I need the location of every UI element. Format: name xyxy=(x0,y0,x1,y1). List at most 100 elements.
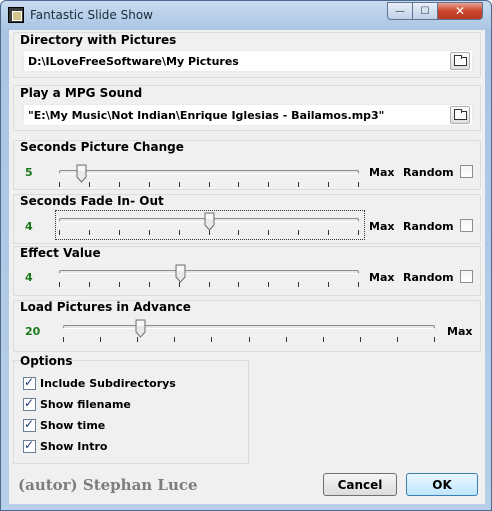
picture-change-random-checkbox[interactable] xyxy=(460,165,473,178)
fade-title: Seconds Fade In- Out xyxy=(20,194,164,208)
picture-change-slider[interactable] xyxy=(59,164,359,192)
author-credit: (autor) Stephan Luce xyxy=(18,476,198,494)
slider-thumb[interactable] xyxy=(76,164,87,183)
slider-tick xyxy=(360,337,361,342)
effect-slider[interactable] xyxy=(59,264,359,292)
slider-tick xyxy=(238,182,239,187)
sound-path-field[interactable]: "E:\My Music\Not Indian\Enrique Iglesias… xyxy=(23,104,473,126)
slider-tick xyxy=(358,282,359,287)
slider-tick xyxy=(59,230,60,235)
preload-title: Load Pictures in Advance xyxy=(20,300,191,314)
slider-tick xyxy=(59,182,60,187)
slider-tick xyxy=(397,337,398,342)
slideshow-app-icon xyxy=(8,7,24,23)
slider-tick xyxy=(434,337,435,342)
title-bar[interactable]: Fantastic Slide Show — ☐ ✕ xyxy=(1,1,491,29)
browse-sound-button[interactable] xyxy=(450,106,470,124)
slider-tick xyxy=(268,182,269,187)
include-subdirectorys-checkbox[interactable] xyxy=(23,375,36,390)
slider-tick xyxy=(328,230,329,235)
slider-ticks xyxy=(63,337,435,343)
picture-change-max-label: Max xyxy=(369,166,395,179)
slider-tick xyxy=(149,282,150,287)
show-time-label: Show time xyxy=(40,418,106,432)
slider-tick xyxy=(119,230,120,235)
show-intro-checkbox[interactable] xyxy=(23,438,36,453)
slider-tick xyxy=(149,182,150,187)
slider-tick xyxy=(209,182,210,187)
slider-tick xyxy=(328,282,329,287)
options-title: Options xyxy=(20,354,73,368)
slider-tick xyxy=(238,230,239,235)
picture-change-title: Seconds Picture Change xyxy=(20,140,184,154)
slider-tick xyxy=(89,230,90,235)
slider-tick xyxy=(59,282,60,287)
show-filename-option[interactable]: Show filename xyxy=(23,396,131,412)
show-time-option[interactable]: Show time xyxy=(23,417,105,433)
effect-max-label: Max xyxy=(369,271,395,284)
slider-tick xyxy=(286,337,287,342)
slider-tick xyxy=(174,337,175,342)
include-subdirectorys-label: Include Subdirectorys xyxy=(40,376,176,390)
slider-tick xyxy=(298,282,299,287)
show-intro-label: Show Intro xyxy=(40,439,108,453)
show-filename-label: Show filename xyxy=(40,397,131,411)
slider-tick xyxy=(179,182,180,187)
slider-tick xyxy=(268,282,269,287)
slider-tick xyxy=(249,337,250,342)
minimize-icon: — xyxy=(395,5,405,17)
maximize-button[interactable]: ☐ xyxy=(412,2,438,20)
slider-tick xyxy=(268,230,269,235)
slider-tick xyxy=(358,182,359,187)
slider-thumb[interactable] xyxy=(135,319,146,338)
directory-path-value: D:\ILoveFreeSoftware\My Pictures xyxy=(28,55,239,68)
window-title: Fantastic Slide Show xyxy=(30,8,153,22)
slider-tick xyxy=(238,282,239,287)
slider-track[interactable] xyxy=(63,325,435,329)
app-window: Fantastic Slide Show — ☐ ✕ Directory wit… xyxy=(0,0,492,511)
slider-tick xyxy=(179,230,180,235)
slider-tick xyxy=(119,182,120,187)
fade-random-label: Random xyxy=(403,220,454,233)
show-time-checkbox[interactable] xyxy=(23,417,36,432)
fade-random-checkbox[interactable] xyxy=(460,219,473,232)
slider-tick xyxy=(63,337,64,342)
slider-track[interactable] xyxy=(59,270,359,274)
preload-value: 20 xyxy=(25,325,41,338)
minimize-button[interactable]: — xyxy=(387,2,413,20)
folder-open-icon xyxy=(454,109,467,120)
slider-track[interactable] xyxy=(59,170,359,174)
effect-value: 4 xyxy=(25,271,33,284)
folder-open-icon xyxy=(454,55,467,66)
slider-ticks xyxy=(59,282,359,288)
slider-tick xyxy=(323,337,324,342)
slider-thumb[interactable] xyxy=(204,212,215,231)
close-button[interactable]: ✕ xyxy=(437,2,483,20)
slider-tick xyxy=(211,337,212,342)
effect-random-checkbox[interactable] xyxy=(460,270,473,283)
slider-tick xyxy=(298,230,299,235)
slider-tick xyxy=(89,182,90,187)
cancel-button[interactable]: Cancel xyxy=(323,473,397,496)
slider-tick xyxy=(89,282,90,287)
preload-slider[interactable] xyxy=(63,319,435,347)
ok-button[interactable]: OK xyxy=(406,473,478,496)
show-filename-checkbox[interactable] xyxy=(23,396,36,411)
effect-random-label: Random xyxy=(403,271,454,284)
fade-max-label: Max xyxy=(369,220,395,233)
slider-tick xyxy=(298,182,299,187)
show-intro-option[interactable]: Show Intro xyxy=(23,438,107,454)
maximize-icon: ☐ xyxy=(420,5,430,17)
browse-directory-button[interactable] xyxy=(450,52,470,70)
include-subdirectorys-option[interactable]: Include Subdirectorys xyxy=(23,375,176,391)
effect-title: Effect Value xyxy=(20,246,101,260)
picture-change-random-label: Random xyxy=(403,166,454,179)
picture-change-value: 5 xyxy=(25,166,33,179)
slider-thumb[interactable] xyxy=(175,264,186,283)
sound-path-value: "E:\My Music\Not Indian\Enrique Iglesias… xyxy=(28,109,385,122)
sound-group-title: Play a MPG Sound xyxy=(20,86,143,100)
directory-group-title: Directory with Pictures xyxy=(20,33,177,47)
fade-slider[interactable] xyxy=(59,212,359,240)
slider-tick xyxy=(149,230,150,235)
directory-path-field[interactable]: D:\ILoveFreeSoftware\My Pictures xyxy=(23,50,473,72)
